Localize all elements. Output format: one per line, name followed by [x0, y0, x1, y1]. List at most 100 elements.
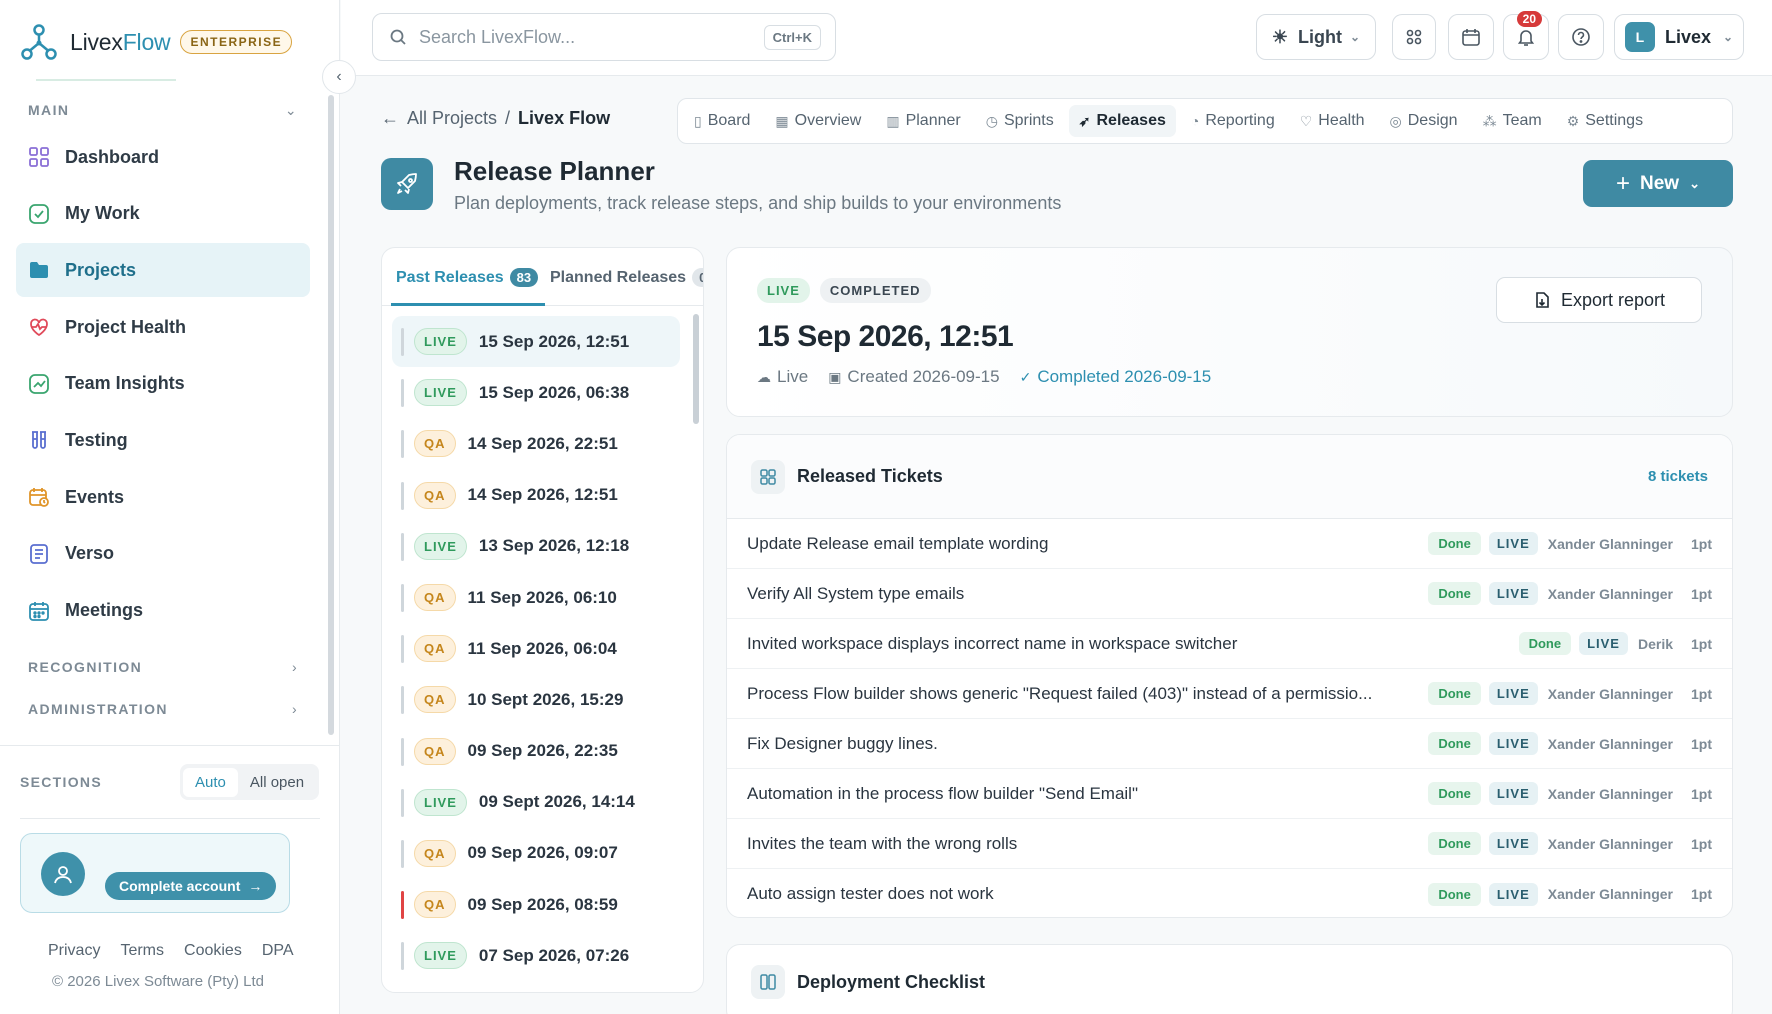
sidebar-item-my-work[interactable]: My Work — [16, 187, 310, 241]
notifications-button[interactable]: 20 — [1503, 11, 1549, 60]
sections-divider — [20, 818, 320, 819]
tab-sprints[interactable]: ◷ Sprints — [976, 105, 1064, 137]
tab-label: Design — [1407, 112, 1458, 129]
section-recognition-label: RECOGNITION — [28, 659, 143, 675]
export-icon — [1536, 292, 1549, 308]
tab-planned-releases[interactable]: Planned Releases 0 — [550, 268, 703, 287]
tab-reporting[interactable]: ◔ Reporting — [1181, 105, 1285, 137]
table-row[interactable]: Automation in the process flow builder "… — [727, 769, 1732, 819]
privacy-link[interactable]: Privacy — [48, 942, 100, 960]
complete-account-button[interactable]: Complete account → — [105, 872, 277, 900]
sidebar-item-projects[interactable]: Projects — [16, 243, 310, 298]
section-recognition-header[interactable]: RECOGNITION › — [28, 659, 298, 675]
user-menu-button[interactable]: L Livex ⌄ — [1614, 14, 1744, 60]
grid-icon — [28, 146, 50, 168]
status-badge: LIVE — [414, 328, 467, 356]
table-row[interactable]: Verify All System type emails Done LIVE Xan… — [727, 569, 1732, 619]
list-item[interactable]: QA 09 Sep 2026, 09:07 — [392, 828, 682, 879]
help-button[interactable] — [1558, 14, 1604, 60]
trend-chart-icon — [28, 373, 50, 395]
section-main-header[interactable]: MAIN ⌄ — [28, 102, 298, 119]
sidebar-item-dashboard[interactable]: Dashboard — [16, 130, 310, 184]
sidebar-item-testing[interactable]: Testing — [16, 413, 310, 467]
sections-option-auto[interactable]: Auto — [183, 767, 238, 797]
assignee: Derik — [1637, 635, 1673, 652]
sidebar-item-verso[interactable]: Verso — [16, 527, 310, 581]
sidebar-item-project-health[interactable]: Project Health — [16, 300, 310, 354]
sidebar-item-meetings[interactable]: Meetings — [16, 584, 310, 638]
chevron-right-icon: › — [291, 659, 298, 675]
table-row[interactable]: Invited workspace displays incorrect nam… — [727, 619, 1732, 669]
table-row[interactable]: Process Flow builder shows generic "Requ… — [727, 669, 1732, 719]
search-input[interactable] — [419, 26, 749, 48]
tickets-title: Released Tickets — [797, 466, 943, 486]
list-item[interactable]: QA 14 Sep 2026, 12:51 — [392, 470, 682, 521]
env-badge: LIVE — [1488, 582, 1538, 605]
table-row[interactable]: Fix Designer buggy lines. Done LIVE Xander … — [727, 719, 1732, 769]
section-administration-label: ADMINISTRATION — [28, 701, 168, 717]
env-badge: LIVE — [1488, 882, 1538, 906]
calendar-icon: ▣ — [828, 368, 842, 385]
status-bar — [401, 942, 404, 971]
status-badge: LIVE — [414, 788, 467, 816]
release-date: 15 Sep 2026, 06:38 — [478, 382, 630, 402]
points: 1pt — [1691, 886, 1712, 902]
table-row[interactable]: Invites the team with the wrong rolls Don… — [727, 819, 1732, 869]
export-report-button[interactable]: Export report — [1496, 277, 1702, 323]
new-release-button[interactable]: + New ⌄ — [1583, 160, 1733, 207]
sidebar-item-team-insights[interactable]: Team Insights — [16, 357, 310, 411]
apps-button[interactable] — [1392, 14, 1436, 60]
sidebar-item-events[interactable]: Events — [16, 470, 310, 524]
tab-overview[interactable]: ▦ Overview — [765, 105, 871, 137]
sidebar-scrollbar[interactable] — [328, 95, 334, 735]
collapse-sidebar-button[interactable]: ‹ — [322, 60, 356, 94]
terms-link[interactable]: Terms — [120, 942, 164, 960]
table-row[interactable]: Update Release email template wording Don… — [727, 519, 1732, 569]
tab-releases[interactable]: ➶ Releases — [1068, 105, 1176, 137]
list-item[interactable]: QA 09 Sep 2026, 22:35 — [392, 726, 682, 777]
tab-planner[interactable]: ▥ Planner — [876, 105, 970, 137]
list-item[interactable]: LIVE 15 Sep 2026, 06:38 — [392, 367, 682, 418]
brand-logo[interactable]: LivexFlow ENTERPRISE — [20, 22, 293, 62]
tab-label: Past Releases — [396, 268, 504, 286]
tab-settings[interactable]: ⚙ Settings — [1557, 105, 1653, 137]
list-scrollbar[interactable] — [693, 314, 699, 424]
copyright: © 2026 Livex Software (Pty) Ltd — [52, 973, 264, 990]
sections-label: SECTIONS — [20, 774, 102, 790]
list-item[interactable]: QA 09 Sep 2026, 08:59 — [392, 879, 682, 930]
cookies-link[interactable]: Cookies — [184, 942, 242, 960]
breadcrumb-parent-link[interactable]: All Projects — [407, 108, 497, 129]
list-item[interactable]: QA 11 Sep 2026, 06:10 — [392, 572, 682, 623]
list-item[interactable]: LIVE 07 Sep 2026, 07:26 — [392, 930, 682, 981]
sections-option-all-open[interactable]: All open — [238, 768, 316, 797]
list-item[interactable]: QA 11 Sep 2026, 06:04 — [392, 623, 682, 674]
section-administration-header[interactable]: ADMINISTRATION › — [28, 701, 298, 717]
list-item[interactable]: LIVE 15 Sep 2026, 12:51 — [392, 316, 680, 368]
tickets-count[interactable]: 8 tickets — [1648, 468, 1708, 485]
theme-toggle-button[interactable]: ☀ Light ⌄ — [1256, 14, 1376, 60]
tab-health[interactable]: ♡ Health — [1290, 105, 1375, 137]
status-bar — [401, 583, 404, 612]
assignee: Xander Glanninger — [1547, 835, 1673, 852]
completion-badge: COMPLETED — [819, 278, 931, 303]
calendar-button[interactable] — [1448, 14, 1494, 60]
list-item[interactable]: LIVE 09 Sept 2026, 14:14 — [392, 777, 682, 828]
tab-past-releases[interactable]: Past Releases 83 — [396, 268, 539, 287]
list-item[interactable]: LIVE 13 Sep 2026, 12:18 — [392, 521, 682, 572]
tab-label: Overview — [794, 112, 862, 129]
user-avatar-icon — [41, 852, 85, 896]
tab-team[interactable]: ⁂ Team — [1473, 105, 1552, 137]
table-row[interactable]: Auto assign tester does not work Done LIVE… — [727, 869, 1732, 917]
complete-account-label: Complete account — [119, 878, 241, 894]
tab-design[interactable]: ◎ Design — [1380, 105, 1468, 137]
release-date: 09 Sep 2026, 22:35 — [467, 741, 618, 761]
tab-board[interactable]: ▯ Board — [684, 105, 760, 137]
list-item[interactable]: QA 10 Sept 2026, 15:29 — [392, 674, 682, 725]
list-item[interactable]: QA 14 Sep 2026, 22:51 — [392, 418, 682, 469]
sidebar-item-label: Testing — [65, 429, 128, 450]
arrow-left-icon[interactable]: ← — [381, 108, 399, 129]
release-title: 15 Sep 2026, 12:51 — [757, 320, 1014, 353]
dpa-link[interactable]: DPA — [262, 942, 294, 960]
search-box[interactable]: Ctrl+K — [372, 13, 836, 61]
chevron-down-icon: ⌄ — [284, 102, 298, 118]
